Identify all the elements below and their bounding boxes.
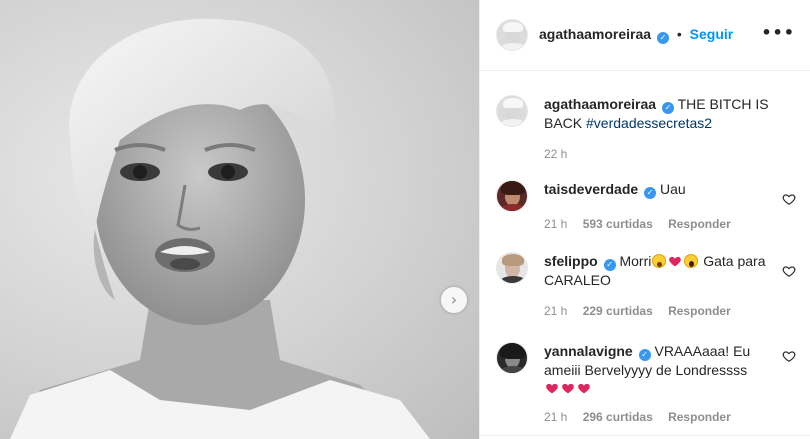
more-options-icon[interactable]: ••• bbox=[761, 25, 795, 41]
comment-body-start: Morri bbox=[619, 253, 652, 269]
post-image[interactable]: › bbox=[0, 0, 479, 439]
comment-timestamp[interactable]: 21 h bbox=[544, 304, 567, 318]
comment-likes-count[interactable]: 593 curtidas bbox=[583, 217, 653, 231]
follow-button[interactable]: Seguir bbox=[690, 26, 734, 42]
comment-text: taisdeverdade ✓ Uau bbox=[544, 180, 774, 199]
comment-likes-count[interactable]: 229 curtidas bbox=[583, 304, 653, 318]
comment-meta: 21 h 296 curtidas Responder bbox=[544, 410, 743, 424]
commenter-avatar[interactable] bbox=[496, 342, 528, 374]
author-avatar[interactable] bbox=[496, 19, 528, 51]
carousel-next-button[interactable]: › bbox=[441, 287, 467, 313]
separator-dot: • bbox=[676, 26, 682, 42]
commenter-username[interactable]: sfelippo bbox=[544, 253, 598, 269]
verified-badge-icon: ✓ bbox=[638, 349, 651, 361]
caption-text: agathaamoreiraa ✓ THE BITCH IS BACK #ver… bbox=[544, 95, 774, 132]
astonished-face-emoji-icon bbox=[652, 254, 667, 268]
red-heart-emoji-icon bbox=[669, 256, 682, 267]
comment-text: yannalavigne ✓ VRAAAaaa! Eu ameiii Berve… bbox=[544, 342, 774, 397]
comment-meta: 21 h 229 curtidas Responder bbox=[544, 304, 743, 318]
commenter-avatar[interactable] bbox=[496, 180, 528, 212]
header-line: agathaamoreiraa ✓ • Seguir bbox=[539, 26, 733, 44]
commenter-avatar[interactable] bbox=[496, 252, 528, 284]
portrait-illustration bbox=[10, 18, 430, 439]
red-heart-emoji-icon bbox=[578, 383, 590, 394]
red-heart-emoji-icon bbox=[546, 383, 558, 394]
divider bbox=[480, 435, 810, 439]
verified-badge-icon: ✓ bbox=[603, 259, 616, 271]
red-heart-emoji-icon bbox=[562, 383, 574, 394]
reply-button[interactable]: Responder bbox=[668, 410, 731, 424]
comment-likes-count[interactable]: 296 curtidas bbox=[583, 410, 653, 424]
verified-badge-icon: ✓ bbox=[661, 102, 674, 114]
chevron-right-icon: › bbox=[450, 290, 458, 309]
caption-avatar[interactable] bbox=[496, 95, 528, 127]
screaming-face-emoji-icon bbox=[684, 254, 699, 268]
caption-hashtag-link[interactable]: #verdadessecretas2 bbox=[586, 115, 712, 131]
comment-timestamp[interactable]: 21 h bbox=[544, 410, 567, 424]
post-header: agathaamoreiraa ✓ • Seguir ••• bbox=[480, 0, 810, 71]
commenter-username[interactable]: yannalavigne bbox=[544, 343, 633, 359]
comment-text: sfelippo ✓ Morri Gata para CARALEO bbox=[544, 252, 774, 289]
post-sidebar: agathaamoreiraa ✓ • Seguir ••• agathaamo… bbox=[479, 0, 810, 439]
comment-meta: 21 h 593 curtidas Responder bbox=[544, 217, 743, 231]
author-username[interactable]: agathaamoreiraa bbox=[539, 26, 651, 42]
comment-body: Uau bbox=[659, 181, 686, 197]
comment-timestamp[interactable]: 21 h bbox=[544, 217, 567, 231]
like-heart-icon[interactable] bbox=[782, 192, 796, 206]
reply-button[interactable]: Responder bbox=[668, 217, 731, 231]
reply-button[interactable]: Responder bbox=[668, 304, 731, 318]
verified-badge-icon: ✓ bbox=[656, 32, 669, 44]
commenter-username[interactable]: taisdeverdade bbox=[544, 181, 638, 197]
like-heart-icon[interactable] bbox=[782, 349, 796, 363]
verified-badge-icon: ✓ bbox=[644, 187, 657, 199]
caption-meta: 22 h bbox=[544, 147, 579, 161]
caption-timestamp[interactable]: 22 h bbox=[544, 147, 567, 161]
like-heart-icon[interactable] bbox=[782, 264, 796, 278]
caption-username[interactable]: agathaamoreiraa bbox=[544, 96, 656, 112]
